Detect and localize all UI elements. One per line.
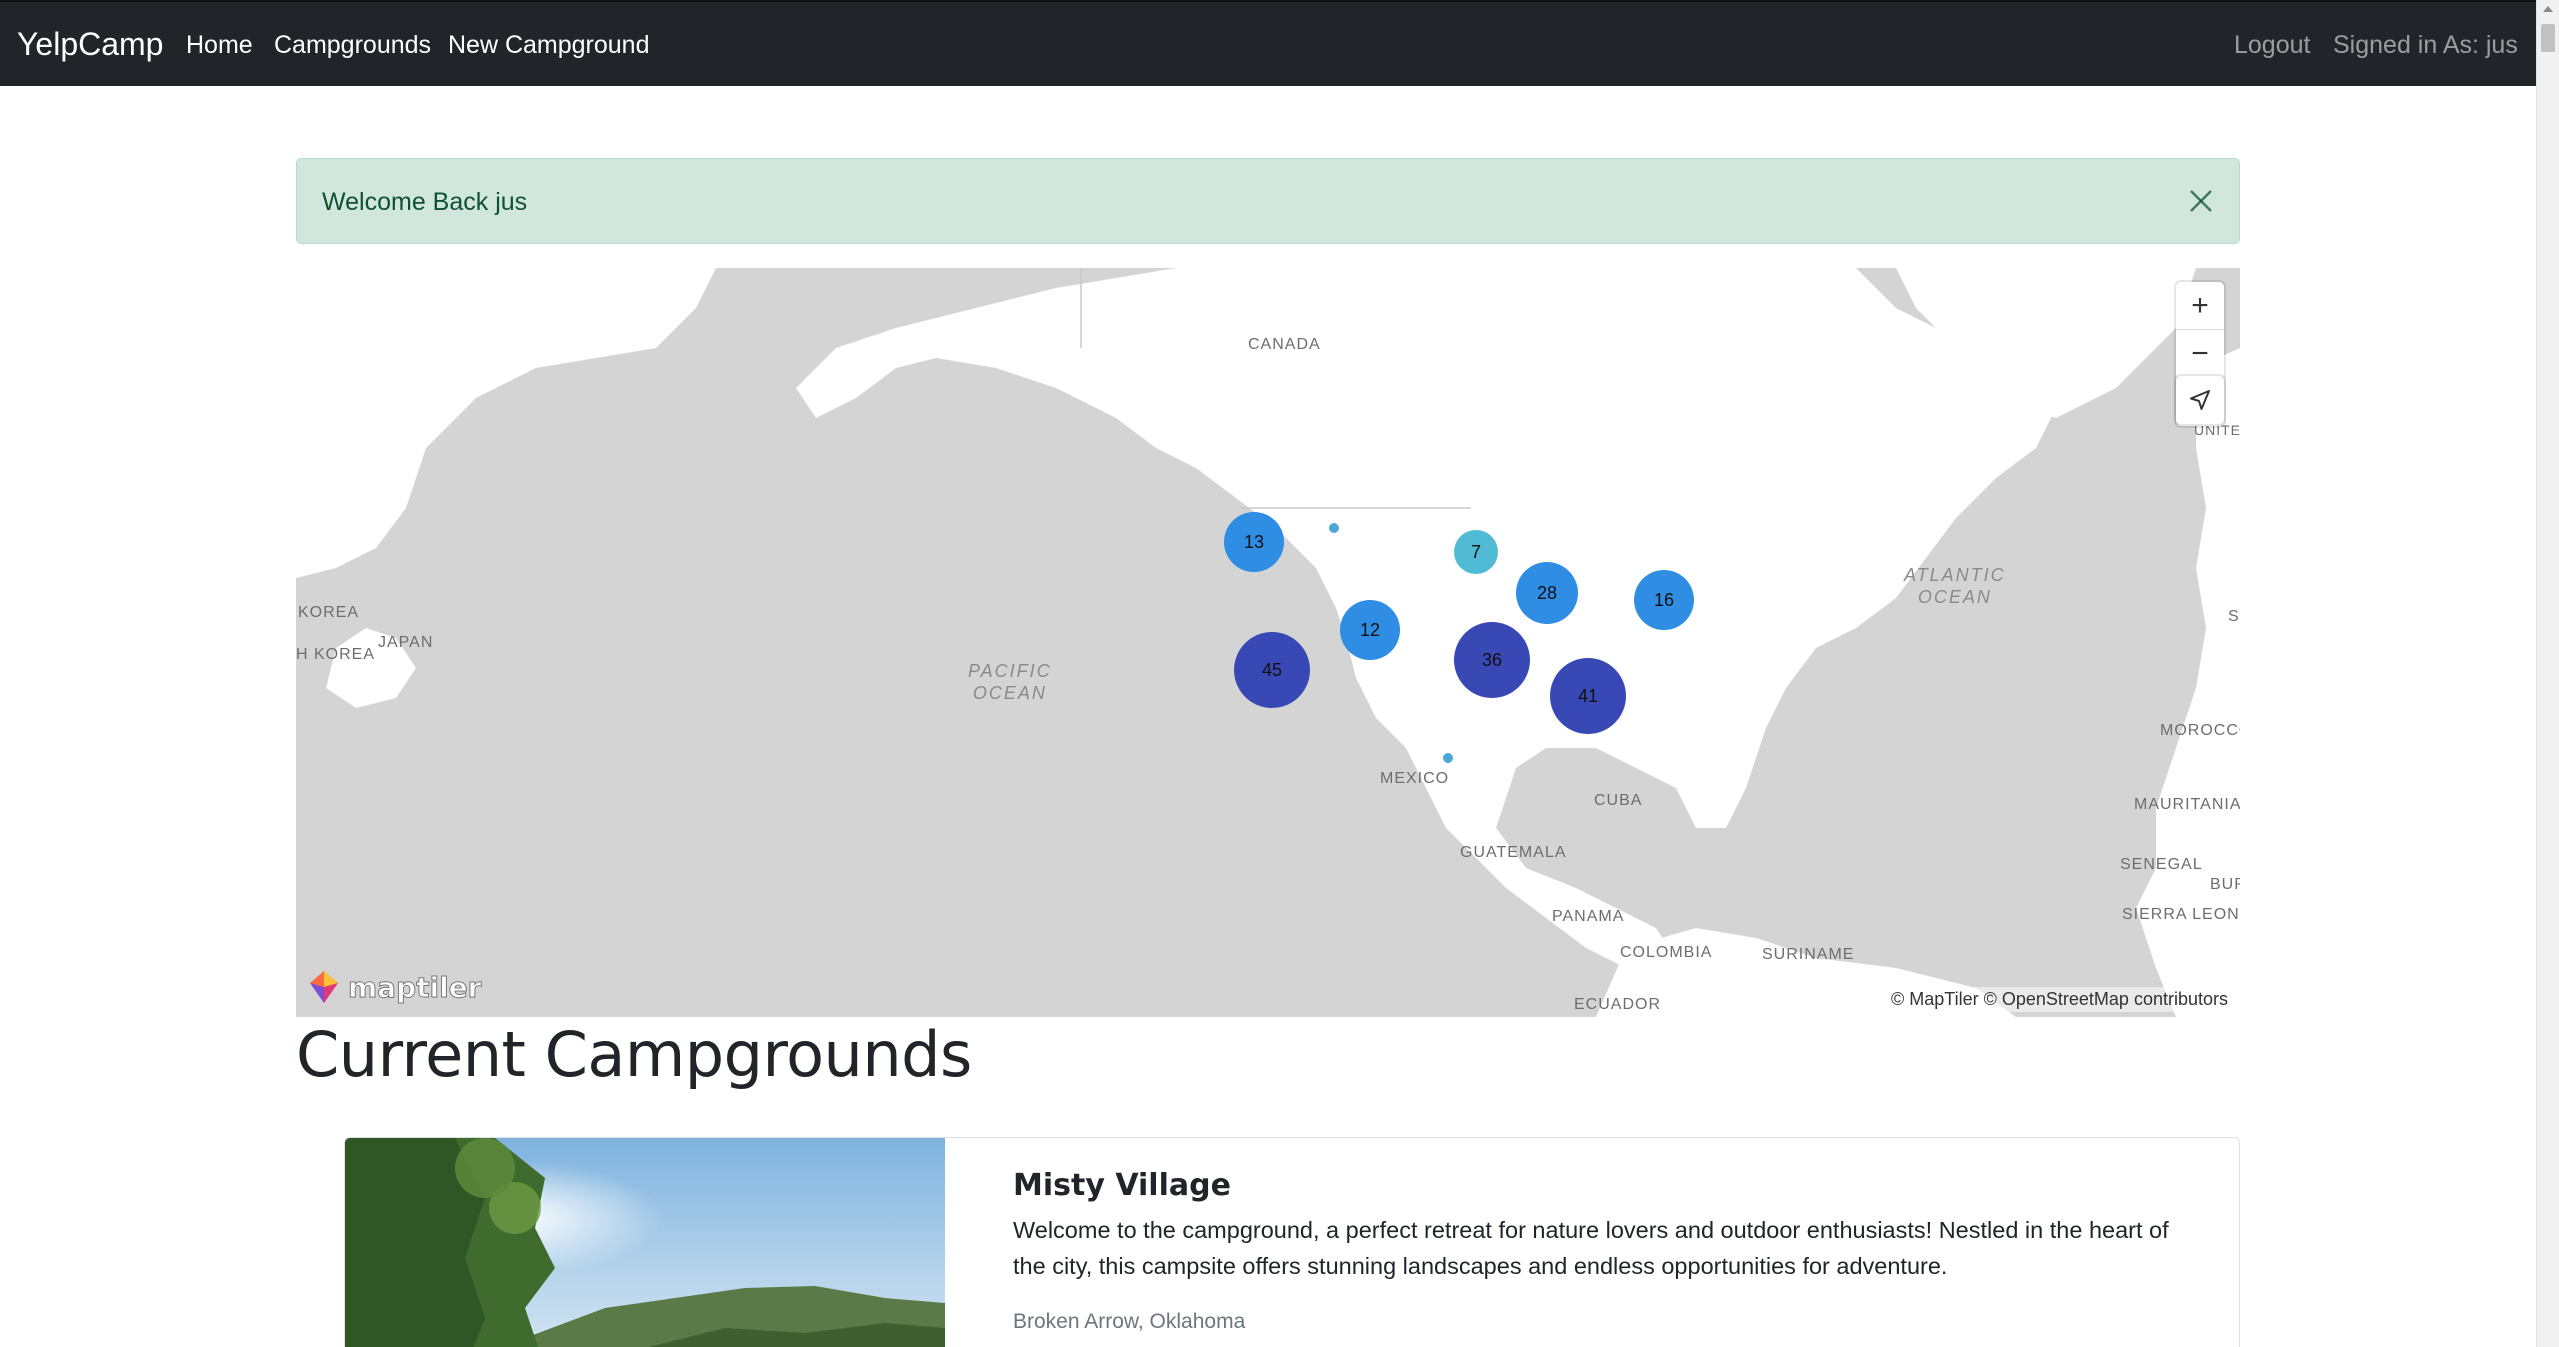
map-cluster-13[interactable]: 13 (1224, 512, 1284, 572)
label-ecuador: ECUADOR (1574, 996, 1662, 1013)
brand-link[interactable]: YelpCamp (17, 26, 163, 63)
label-panama: PANAMA (1552, 908, 1625, 925)
label-cuba: CUBA (1594, 792, 1643, 809)
signed-in-status: Signed in As: jus (2333, 31, 2518, 59)
maptiler-logo-text: maptiler (348, 970, 482, 1004)
scroll-thumb[interactable] (2541, 24, 2555, 52)
nav-campgrounds-link[interactable]: Campgrounds (274, 31, 431, 60)
campground-description: Welcome to the campground, a perfect ret… (1013, 1217, 2169, 1279)
label-japan: JAPAN (378, 634, 434, 651)
nav-new-campground-link[interactable]: New Campground (448, 31, 650, 60)
campground-image (345, 1138, 945, 1347)
geolocate-icon[interactable] (2176, 376, 2224, 424)
zoom-out-button[interactable]: − (2176, 330, 2224, 378)
map-geolocate-control (2176, 376, 2224, 424)
label-bur: BUR (2210, 876, 2240, 893)
maptiler-logo[interactable]: maptiler (306, 969, 482, 1005)
label-suriname: SURINAME (1762, 946, 1855, 963)
label-colombia: COLOMBIA (1620, 944, 1713, 961)
navbar: YelpCamp Home Campgrounds New Campground… (0, 0, 2536, 86)
map-cluster-36[interactable]: 36 (1454, 622, 1530, 698)
campground-location: Broken Arrow, Oklahoma (1013, 1310, 1246, 1333)
alert-message: Welcome Back jus (322, 188, 528, 216)
close-icon[interactable] (2183, 183, 2219, 219)
campground-card: Misty Village Welcome to the campground,… (344, 1137, 2240, 1347)
label-korea: KOREA (298, 604, 360, 621)
label-pacific-ocean: PACIFIC OCEAN (968, 661, 1052, 703)
page-title: Current Campgrounds (296, 1018, 972, 1091)
label-sierra-leone: SIERRA LEONE (2122, 906, 2240, 923)
label-atlantic-ocean: ATLANTIC OCEAN (1904, 565, 2006, 607)
cluster-map[interactable]: CANADA UNITE KOREA H KOREA JAPAN PACIFIC… (296, 268, 2240, 1017)
label-mexico: MEXICO (1380, 770, 1450, 787)
logout-link[interactable]: Logout (2234, 31, 2310, 60)
map-point[interactable] (1442, 752, 1454, 764)
label-canada: CANADA (1248, 336, 1321, 353)
map-attribution[interactable]: © MapTiler © OpenStreetMap contributors (1887, 987, 2232, 1012)
label-morocco: MOROCCO (2160, 722, 2240, 739)
label-s-edge: S (2228, 608, 2240, 625)
nav-home-link[interactable]: Home (186, 31, 253, 60)
map-cluster-28[interactable]: 28 (1516, 562, 1578, 624)
flash-alert: Welcome Back jus (296, 158, 2240, 244)
maptiler-logo-icon (310, 971, 338, 1003)
map-cluster-45[interactable]: 45 (1234, 632, 1310, 708)
map-cluster-41[interactable]: 41 (1550, 658, 1626, 734)
map-cluster-16[interactable]: 16 (1634, 570, 1694, 630)
scroll-up-arrow-icon[interactable] (2543, 6, 2553, 12)
zoom-in-button[interactable]: + (2176, 282, 2224, 330)
page-scrollbar[interactable] (2536, 0, 2559, 1347)
map-cluster-7[interactable]: 7 (1454, 530, 1498, 574)
map-cluster-12[interactable]: 12 (1340, 600, 1400, 660)
label-mauritania: MAURITANIA (2134, 796, 2240, 813)
label-south-korea: H KOREA (296, 646, 376, 663)
label-guatemala: GUATEMALA (1460, 844, 1567, 861)
campground-title: Misty Village (1013, 1168, 1231, 1203)
map-point[interactable] (1328, 522, 1340, 534)
label-senegal: SENEGAL (2120, 856, 2203, 873)
